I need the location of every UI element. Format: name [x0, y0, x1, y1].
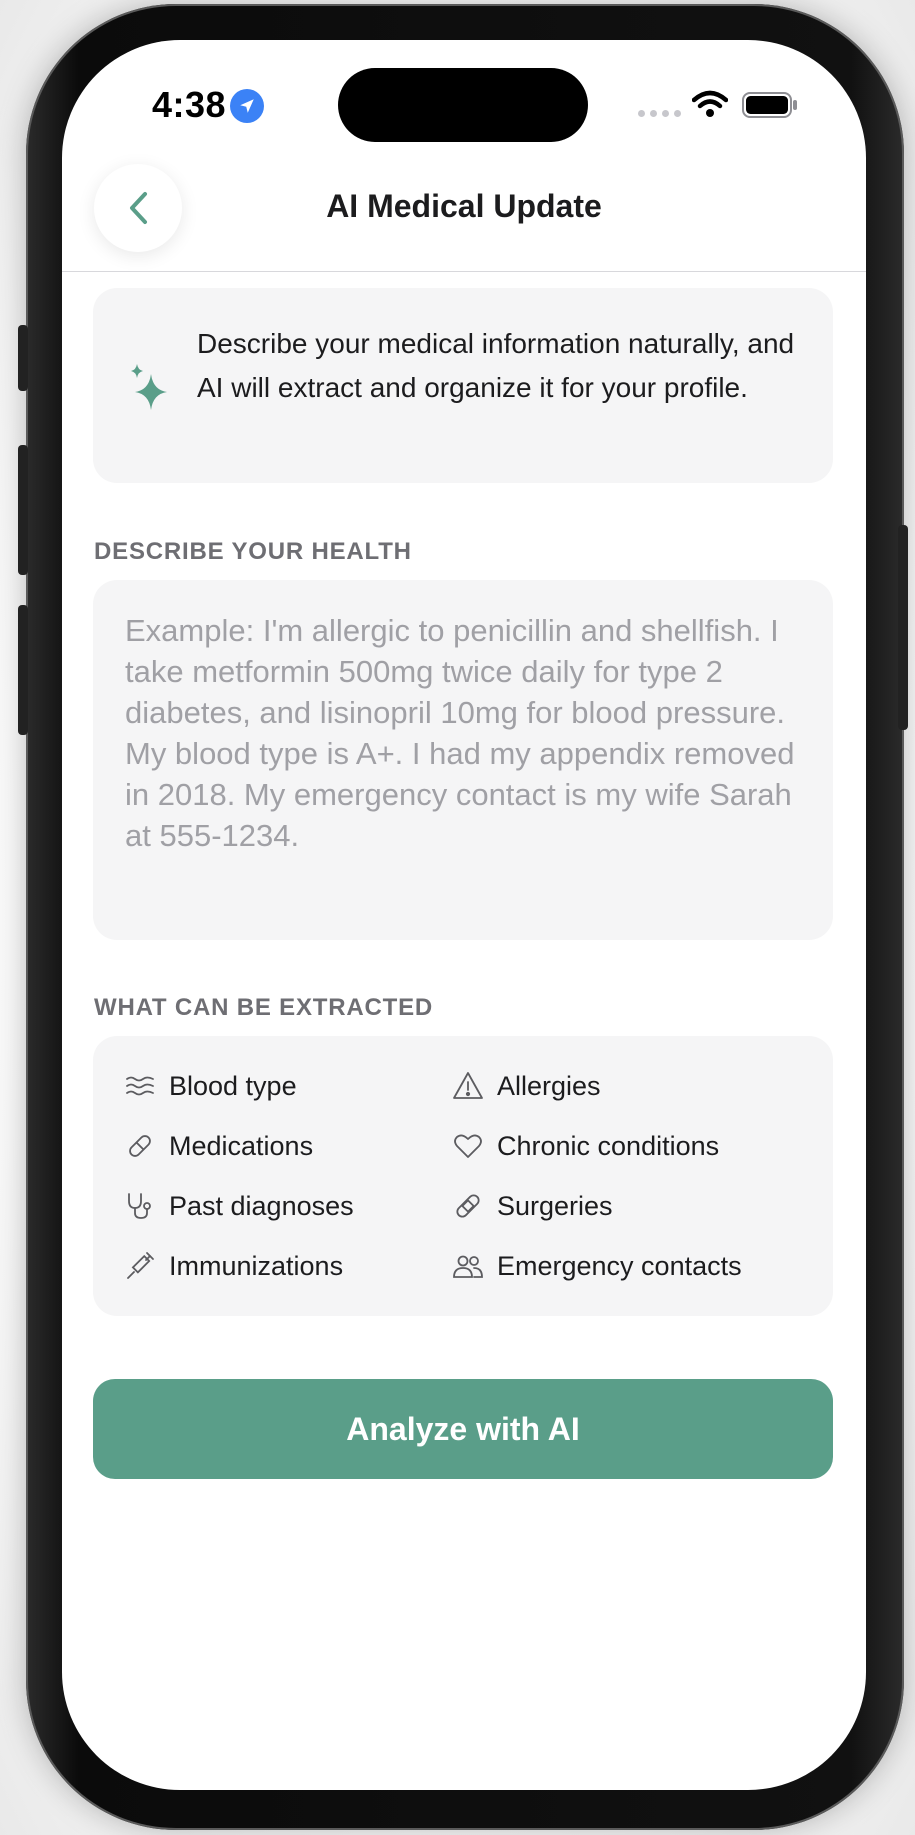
- screen: 4:38 AI Medical Update Describe your med…: [62, 40, 866, 1790]
- extract-item-past-diagnoses: Past diagnoses: [123, 1186, 354, 1226]
- extract-item-medications: Medications: [123, 1126, 313, 1166]
- cellular-signal-icon: [638, 110, 681, 117]
- analyze-button[interactable]: Analyze with AI: [93, 1379, 833, 1479]
- extract-item-allergies: Allergies: [451, 1066, 601, 1106]
- side-button-volume-down: [18, 605, 28, 735]
- status-time: 4:38: [152, 84, 227, 125]
- side-button-volume-up: [18, 445, 28, 575]
- info-card: Describe your medical information natura…: [93, 288, 833, 483]
- describe-section-label: DESCRIBE YOUR HEALTH: [94, 538, 412, 565]
- extract-item-immunizations: Immunizations: [123, 1246, 343, 1286]
- extract-item-label: Medications: [169, 1130, 314, 1161]
- info-text: Describe your medical information natura…: [197, 328, 795, 403]
- extract-item-emergency-contacts: Emergency contacts: [451, 1246, 742, 1286]
- waves-icon: [123, 1069, 157, 1103]
- extract-item-label: Blood type: [169, 1070, 297, 1101]
- page-title: AI Medical Update: [326, 188, 602, 224]
- battery-icon: [742, 92, 798, 118]
- wifi-icon: [691, 90, 729, 123]
- extract-item-label: Allergies: [497, 1070, 601, 1101]
- pill-icon: [123, 1129, 157, 1163]
- extract-card: Blood type Allergies Medications Chronic…: [93, 1036, 833, 1316]
- health-description-input[interactable]: [93, 580, 833, 940]
- extract-item-surgeries: Surgeries: [451, 1186, 613, 1226]
- location-arrow-icon: [230, 89, 264, 123]
- extract-item-label: Past diagnoses: [169, 1190, 354, 1221]
- people-icon: [451, 1249, 485, 1283]
- dynamic-island: [338, 68, 588, 142]
- extract-section-label: WHAT CAN BE EXTRACTED: [94, 994, 434, 1021]
- extract-item-label: Emergency contacts: [497, 1250, 742, 1281]
- side-button-power: [898, 525, 908, 730]
- syringe-icon: [123, 1249, 157, 1283]
- heart-icon: [451, 1129, 485, 1163]
- bandage-icon: [451, 1189, 485, 1223]
- extract-item-chronic-conditions: Chronic conditions: [451, 1126, 719, 1166]
- extract-item-blood-type: Blood type: [123, 1066, 297, 1106]
- extract-item-label: Surgeries: [497, 1190, 613, 1221]
- extract-item-label: Chronic conditions: [497, 1130, 720, 1161]
- stethoscope-icon: [123, 1189, 157, 1223]
- sparkles-icon: [131, 364, 167, 410]
- warning-icon: [451, 1069, 485, 1103]
- extract-item-label: Immunizations: [169, 1250, 344, 1281]
- side-button-action: [18, 325, 28, 391]
- header-divider: [62, 271, 866, 272]
